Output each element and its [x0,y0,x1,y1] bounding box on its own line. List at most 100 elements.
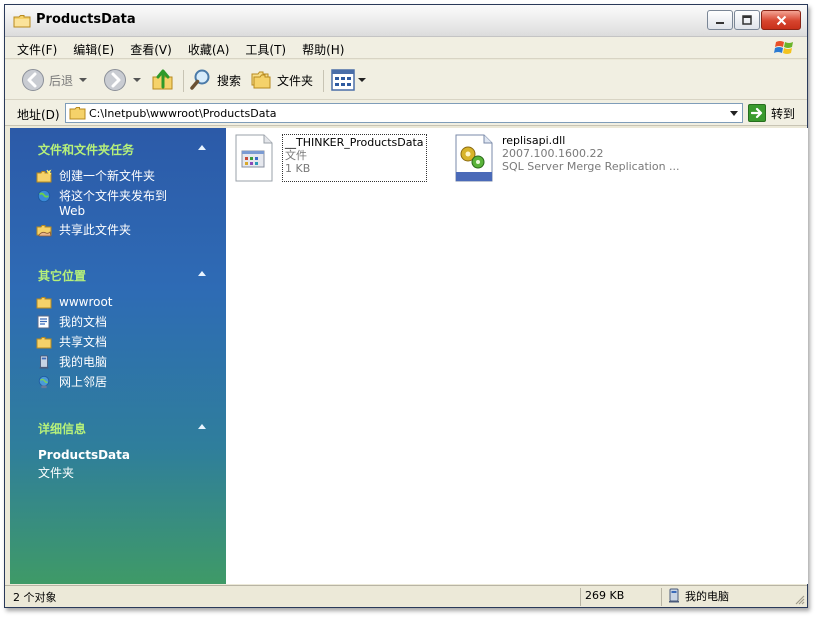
address-label: 地址(D) [17,108,60,122]
address-bar: 地址(D) C:\Inetpub\wwwroot\ProductsData 转到 [5,100,807,126]
search-button[interactable]: 搜索 [189,67,241,93]
details-folder-name: ProductsData [38,448,130,462]
up-folder-icon [152,69,173,90]
chevron-down-icon [730,110,738,116]
window-title: ProductsData [36,12,136,27]
menu-help[interactable]: 帮助(H) [302,41,344,58]
views-dropdown-arrow-icon[interactable] [358,78,366,82]
folders-label: 文件夹 [277,73,314,88]
title-bar[interactable]: ProductsData [5,5,807,37]
collapse-arrow-icon[interactable] [198,145,206,150]
file-item[interactable]: __THINKER_ProductsData 文件 1 KB [234,134,427,182]
status-zone: 我的电脑 [667,588,729,604]
sidebar-item-my-documents[interactable]: 我的文档 [36,315,107,330]
shared-documents-icon [36,337,52,349]
status-bar: 2 个对象 269 KB 我的电脑 [5,585,807,607]
menu-file[interactable]: 文件(F) [17,41,57,58]
generic-file-icon [235,134,273,182]
sidebar-item-label: 将这个文件夹发布到 Web [59,189,168,218]
go-label: 转到 [771,106,796,121]
back-dropdown-arrow-icon[interactable] [79,78,88,82]
share-folder-link[interactable]: 共享此文件夹 [36,223,131,238]
publish-to-web-link[interactable]: 将这个文件夹发布到 Web [36,189,186,219]
sidebar-item-label: 共享此文件夹 [59,223,132,237]
forward-dropdown-arrow-icon[interactable] [133,78,141,82]
file-name: replisapi.dll [502,134,566,147]
create-new-folder-link[interactable]: 创建一个新文件夹 [36,169,155,184]
close-button[interactable] [761,10,801,30]
collapse-arrow-icon[interactable] [198,271,206,276]
publish-web-icon [37,189,51,203]
file-size: 1 KB [285,162,311,175]
file-description: SQL Server Merge Replication ... [502,160,680,173]
other-places-heading[interactable]: 其它位置 [38,267,86,284]
dll-file-icon [455,134,493,182]
status-divider [661,588,662,606]
file-list-view[interactable]: __THINKER_ProductsData 文件 1 KB replisapi… [226,128,808,584]
sidebar-item-my-computer[interactable]: 我的电脑 [36,355,107,370]
toolbar: 后退 搜索 文件夹 [5,60,807,100]
maximize-icon [742,15,752,25]
menu-bar: 文件(F) 编辑(E) 查看(V) 收藏(A) 工具(T) 帮助(H) [5,37,807,59]
sidebar-item-label: 创建一个新文件夹 [59,169,156,183]
network-places-icon [38,375,50,389]
file-item[interactable]: replisapi.dll 2007.100.1600.22 SQL Serve… [454,134,680,182]
views-button[interactable] [331,67,366,93]
menu-favorites[interactable]: 收藏(A) [188,41,230,58]
sidebar-item-wwwroot[interactable]: wwwroot [36,295,113,310]
search-icon [190,69,210,90]
my-documents-icon [37,315,50,329]
forward-arrow-icon [104,69,126,91]
back-button[interactable]: 后退 [21,67,88,93]
sidebar-item-label: 我的电脑 [59,355,108,369]
address-dropdown-button[interactable] [726,104,742,122]
search-label: 搜索 [217,73,242,88]
sidebar-item-label: 共享文档 [59,335,108,349]
views-icon [331,69,355,91]
menu-view[interactable]: 查看(V) [130,41,172,58]
details-folder-type: 文件夹 [38,466,75,480]
menu-edit[interactable]: 编辑(E) [73,41,114,58]
folders-button[interactable]: 文件夹 [249,67,313,93]
file-version: 2007.100.1600.22 [502,147,604,160]
folders-icon [251,71,271,89]
sidebar-item-label: 我的文档 [59,315,108,329]
status-zone-label: 我的电脑 [685,590,729,603]
go-arrow-icon [748,104,766,122]
my-computer-icon [669,588,679,603]
sidebar-item-network-places[interactable]: 网上邻居 [36,375,107,390]
go-button[interactable]: 转到 [748,104,795,122]
address-input[interactable]: C:\Inetpub\wwwroot\ProductsData [65,103,743,123]
back-label: 后退 [49,73,74,88]
folder-icon [69,107,86,120]
sidebar-item-label: wwwroot [59,295,113,309]
tasks-heading[interactable]: 文件和文件夹任务 [38,141,134,158]
new-folder-icon [36,169,52,183]
my-computer-icon [39,355,49,369]
close-icon [776,15,786,25]
file-name: __THINKER_ProductsData [285,136,424,149]
sidebar-item-shared-documents[interactable]: 共享文档 [36,335,107,350]
file-label: __THINKER_ProductsData 文件 1 KB [282,134,427,182]
file-type: 文件 [285,149,307,162]
minimize-icon [716,22,724,24]
back-arrow-icon [22,69,44,91]
details-heading[interactable]: 详细信息 [38,420,86,437]
folder-icon [36,297,52,309]
sidebar-item-label: 网上邻居 [59,375,108,389]
up-folder-button[interactable] [151,67,175,93]
address-path: C:\Inetpub\wwwroot\ProductsData [89,107,277,120]
toolbar-separator [323,70,324,92]
maximize-button[interactable] [734,10,760,30]
forward-button[interactable] [103,67,141,93]
status-divider [580,588,581,606]
menu-tools[interactable]: 工具(T) [245,41,286,58]
collapse-arrow-icon[interactable] [198,424,206,429]
status-total-size: 269 KB [585,589,625,602]
minimize-button[interactable] [707,10,733,30]
task-pane: 文件和文件夹任务 创建一个新文件夹 将这个文件夹发布到 Web 共享此文件夹 其… [10,128,226,584]
resize-grip-icon[interactable] [795,595,805,605]
share-folder-icon [36,225,52,237]
windows-logo-icon [774,41,793,54]
status-object-count: 2 个对象 [13,591,57,604]
